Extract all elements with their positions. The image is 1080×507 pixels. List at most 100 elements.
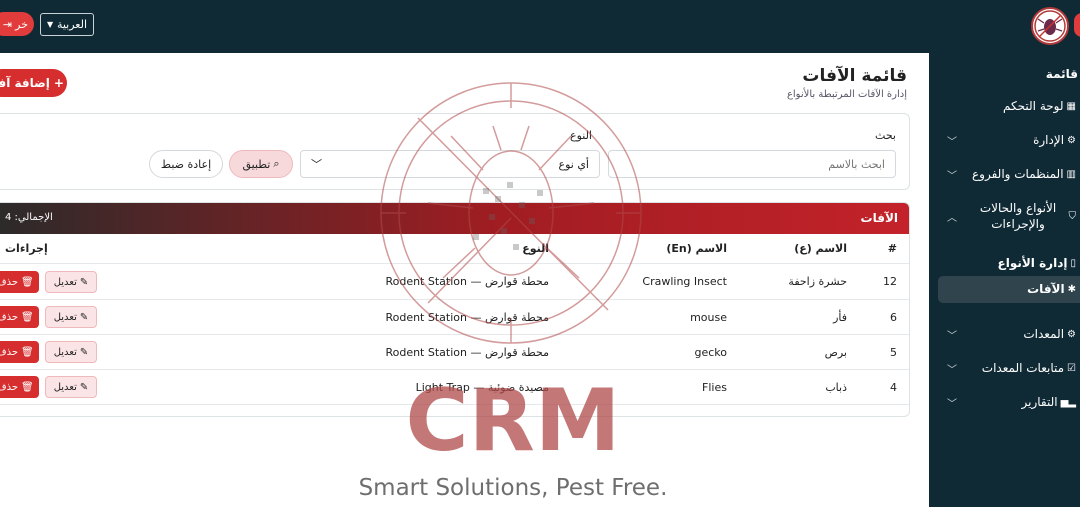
col-header-num: # (887, 242, 897, 255)
row-num: 12 (883, 275, 897, 288)
search-label: بحث (875, 129, 896, 142)
edit-label: تعديل (53, 311, 77, 323)
add-pest-button[interactable]: + إضافة آفة (0, 69, 67, 97)
apply-button[interactable]: ⌕ تطبيق (229, 150, 293, 178)
sidebar-item-label: المعدات (1023, 327, 1065, 341)
row-name-en: mouse (690, 310, 727, 324)
sidebar-item-dashboard[interactable]: ▦ لوحة التحكم (929, 95, 1080, 117)
edit-icon: ✎ (79, 381, 89, 393)
sidebar-item-reports[interactable]: ▂▅ التقارير ﹀ (929, 391, 1080, 413)
bug-icon: ✱ (1067, 283, 1076, 295)
sidebar-item-organizations[interactable]: ▥ المنظمات والفروع ﹀ (929, 163, 1080, 185)
type-select[interactable]: أي نوع ﹀ (300, 150, 600, 178)
sidebar-item-admin[interactable]: ⚙ الإدارة ﹀ (929, 129, 1080, 151)
language-value: العربية (56, 18, 87, 31)
sidebar-item-types[interactable]: ⛉ الأنواع والحالات والإجراءات ︿ (929, 199, 1080, 233)
chevron-down-icon: ﹀ (947, 136, 957, 148)
search-input[interactable] (608, 150, 896, 178)
reset-button[interactable]: إعادة ضبط (149, 150, 223, 178)
main-content: قائمة الآفات إدارة الآفات المرتبطة بالأن… (0, 53, 929, 507)
sidebar: قائمة ▦ لوحة التحكم ⚙ الإدارة ﹀ ▥ المنظم… (929, 53, 1080, 507)
row-type: محطة قوارض — Rodent Station (385, 345, 549, 359)
row-name-ar: فأر (833, 310, 847, 324)
table-row: 4 ذباب Flies مصيدة ضوئية — Light Trap ✎ ت… (0, 370, 909, 405)
row-type: محطة قوارض — Rodent Station (385, 310, 549, 324)
edit-icon: ✎ (79, 346, 89, 358)
top-bar: ⇥ خر العربية ▼ (0, 0, 1080, 53)
table-header-row: # الاسم (ع) الاسم (En) النوع إجراءات (0, 234, 909, 264)
delete-button[interactable]: 🗑حذف (0, 271, 39, 293)
col-header-name-ar: الاسم (ع) (794, 242, 847, 255)
delete-button[interactable]: 🗑حذف (0, 341, 39, 363)
row-name-ar: برص (824, 345, 847, 359)
language-select[interactable]: العربية ▼ (40, 13, 94, 36)
edit-label: تعديل (53, 276, 77, 288)
sidebar-item-label: متابعات المعدات (981, 361, 1065, 375)
trash-icon: 🗑 (21, 381, 34, 393)
sidebar-item-label: الأنواع والحالات والإجراءات (979, 201, 1057, 231)
gear-icon: ⚙ (1067, 134, 1076, 146)
notification-dot[interactable] (1074, 13, 1080, 37)
delete-button[interactable]: 🗑حذف (0, 376, 39, 398)
caret-down-icon: ▼ (47, 20, 54, 29)
gear-icon: ⚙ (1067, 328, 1076, 340)
delete-button[interactable]: 🗑حذف (0, 306, 39, 328)
trash-icon: 🗑 (21, 311, 34, 323)
type-label: النوع (570, 129, 592, 142)
col-header-actions: إجراءات (5, 242, 48, 255)
edit-button[interactable]: ✎ تعديل (45, 271, 97, 293)
table-total: الإجمالي: 4 (5, 212, 53, 223)
edit-label: تعديل (53, 346, 77, 358)
bug-logo-icon (1034, 10, 1066, 42)
row-num: 6 (890, 310, 897, 324)
logout-icon: ⇥ (2, 17, 13, 31)
trash-icon: 🗑 (21, 346, 34, 358)
chevron-down-icon: ﹀ (311, 158, 322, 171)
reset-label: إعادة ضبط (160, 157, 212, 171)
col-header-name-en: الاسم (En) (666, 242, 727, 255)
logout-label: خر (15, 17, 28, 31)
chevron-up-icon: ︿ (947, 212, 957, 224)
logout-button[interactable]: ⇥ خر (0, 12, 34, 36)
page-subtitle: إدارة الآفات المرتبطة بالأنواع (786, 89, 907, 100)
delete-label: حذف (0, 346, 19, 358)
shield-icon: ⛉ (1068, 210, 1077, 222)
chevron-down-icon: ﹀ (947, 170, 957, 182)
row-type: محطة قوارض — Rodent Station (385, 275, 549, 288)
row-name-ar: ذباب (825, 380, 847, 394)
sidebar-item-manage-types[interactable]: ▯ إدارة الأنواع (929, 252, 1080, 274)
delete-label: حذف (0, 311, 19, 323)
plus-icon: + (53, 76, 64, 90)
col-header-type: النوع (522, 242, 549, 255)
page-title: قائمة الآفات (802, 66, 907, 86)
apply-label: تطبيق (242, 157, 271, 171)
chevron-down-icon: ﹀ (947, 364, 957, 376)
sidebar-item-equipment-followups[interactable]: ☑ متابعات المعدات ﹀ (929, 357, 1080, 379)
row-name-en: gecko (694, 345, 727, 359)
type-select-value: أي نوع (558, 157, 589, 171)
edit-button[interactable]: ✎ تعديل (45, 341, 97, 363)
chevron-down-icon: ﹀ (947, 398, 957, 410)
sidebar-item-label: الإدارة (1033, 133, 1065, 147)
sidebar-heading: قائمة (1045, 67, 1078, 81)
row-name-en: Crawling Insect (642, 275, 727, 288)
edit-button[interactable]: ✎ تعديل (45, 306, 97, 328)
dashboard-icon: ▦ (1066, 100, 1076, 112)
chart-icon: ▂▅ (1060, 396, 1076, 408)
sidebar-item-pests[interactable]: ✱ الآفات (929, 278, 1080, 300)
sidebar-item-label: إدارة الأنواع (997, 256, 1068, 270)
add-pest-label: إضافة آفة (0, 76, 50, 90)
edit-button[interactable]: ✎ تعديل (45, 376, 97, 398)
row-name-en: Flies (702, 380, 727, 394)
building-icon: ▥ (1066, 168, 1076, 180)
app-logo (1031, 7, 1069, 45)
table-row: 12 حشرة زاحفة Crawling Insect محطة قوارض… (0, 264, 909, 300)
chevron-down-icon: ﹀ (947, 330, 957, 342)
table-title: الآفات (860, 211, 898, 225)
row-num: 4 (890, 380, 897, 394)
sidebar-item-label: المنظمات والفروع (972, 167, 1064, 181)
row-name-ar: حشرة زاحفة (788, 275, 847, 288)
sidebar-item-equipment[interactable]: ⚙ المعدات ﹀ (929, 323, 1080, 345)
book-icon: ▯ (1070, 257, 1076, 269)
table-row: 6 فأر mouse محطة قوارض — Rodent Station … (0, 300, 909, 335)
